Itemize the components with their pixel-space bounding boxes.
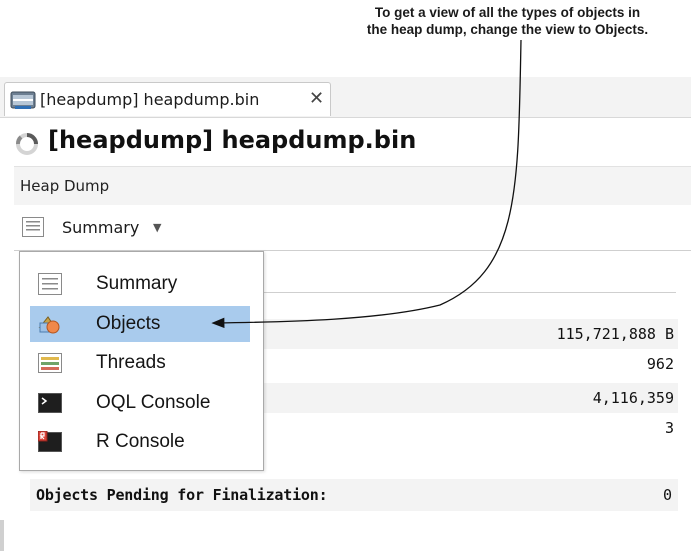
divider	[0, 520, 4, 551]
menu-item-label: OQL Console	[96, 392, 211, 413]
menu-item-label: Summary	[96, 273, 178, 294]
r-console-icon	[38, 431, 62, 452]
summary-icon	[22, 217, 44, 237]
heap-dump-label: Heap Dump	[20, 177, 110, 195]
threads-icon	[38, 353, 62, 373]
stat-value: 3	[664, 419, 674, 437]
stat-value: 962	[646, 355, 674, 373]
stat-row: 4,116,359	[264, 383, 678, 413]
menu-item-label: Objects	[96, 313, 161, 334]
spinner-icon	[16, 133, 38, 155]
heapdump-file-icon	[10, 91, 36, 109]
menu-item-threads[interactable]: Threads	[30, 345, 250, 381]
view-dropdown-menu: Summary Objects Threads OQL Console R Co…	[19, 251, 264, 471]
menu-item-objects[interactable]: Objects	[30, 306, 250, 342]
editor-tabstrip: [heapdump] heapdump.bin ✕	[0, 77, 691, 118]
stat-value: 4,116,359	[592, 389, 674, 407]
stat-row: 962	[264, 349, 678, 379]
annotation-callout: To get a view of all the types of object…	[330, 4, 685, 38]
stat-row: 115,721,888 B	[264, 319, 678, 349]
menu-item-summary[interactable]: Summary	[30, 266, 250, 302]
annotation-line-1: To get a view of all the types of object…	[374, 5, 641, 20]
finalization-value: 0	[662, 486, 672, 504]
heap-dump-bar: Heap Dump	[14, 166, 691, 205]
stat-value: 115,721,888 B	[556, 325, 674, 343]
menu-item-oql-console[interactable]: OQL Console	[30, 385, 250, 421]
summary-icon	[38, 273, 62, 295]
stat-row: 3	[264, 413, 678, 443]
view-selector-label: Summary	[62, 218, 140, 237]
close-icon[interactable]: ✕	[309, 88, 324, 109]
menu-item-r-console[interactable]: R Console	[30, 424, 250, 460]
annotation-line-2: the heap dump, change the view to Object…	[366, 22, 649, 37]
oql-console-icon	[38, 393, 62, 413]
tab-heapdump[interactable]: [heapdump] heapdump.bin ✕	[4, 82, 331, 116]
page-title: [heapdump] heapdump.bin	[48, 126, 417, 154]
tab-label: [heapdump] heapdump.bin	[40, 90, 260, 109]
menu-item-label: R Console	[96, 431, 185, 452]
chevron-down-icon: ▼	[153, 221, 162, 234]
objects-icon	[38, 316, 60, 334]
menu-item-label: Threads	[96, 352, 166, 373]
finalization-row: Objects Pending for Finalization: 0	[30, 479, 678, 511]
finalization-label: Objects Pending for Finalization:	[36, 486, 328, 504]
divider	[262, 292, 676, 293]
